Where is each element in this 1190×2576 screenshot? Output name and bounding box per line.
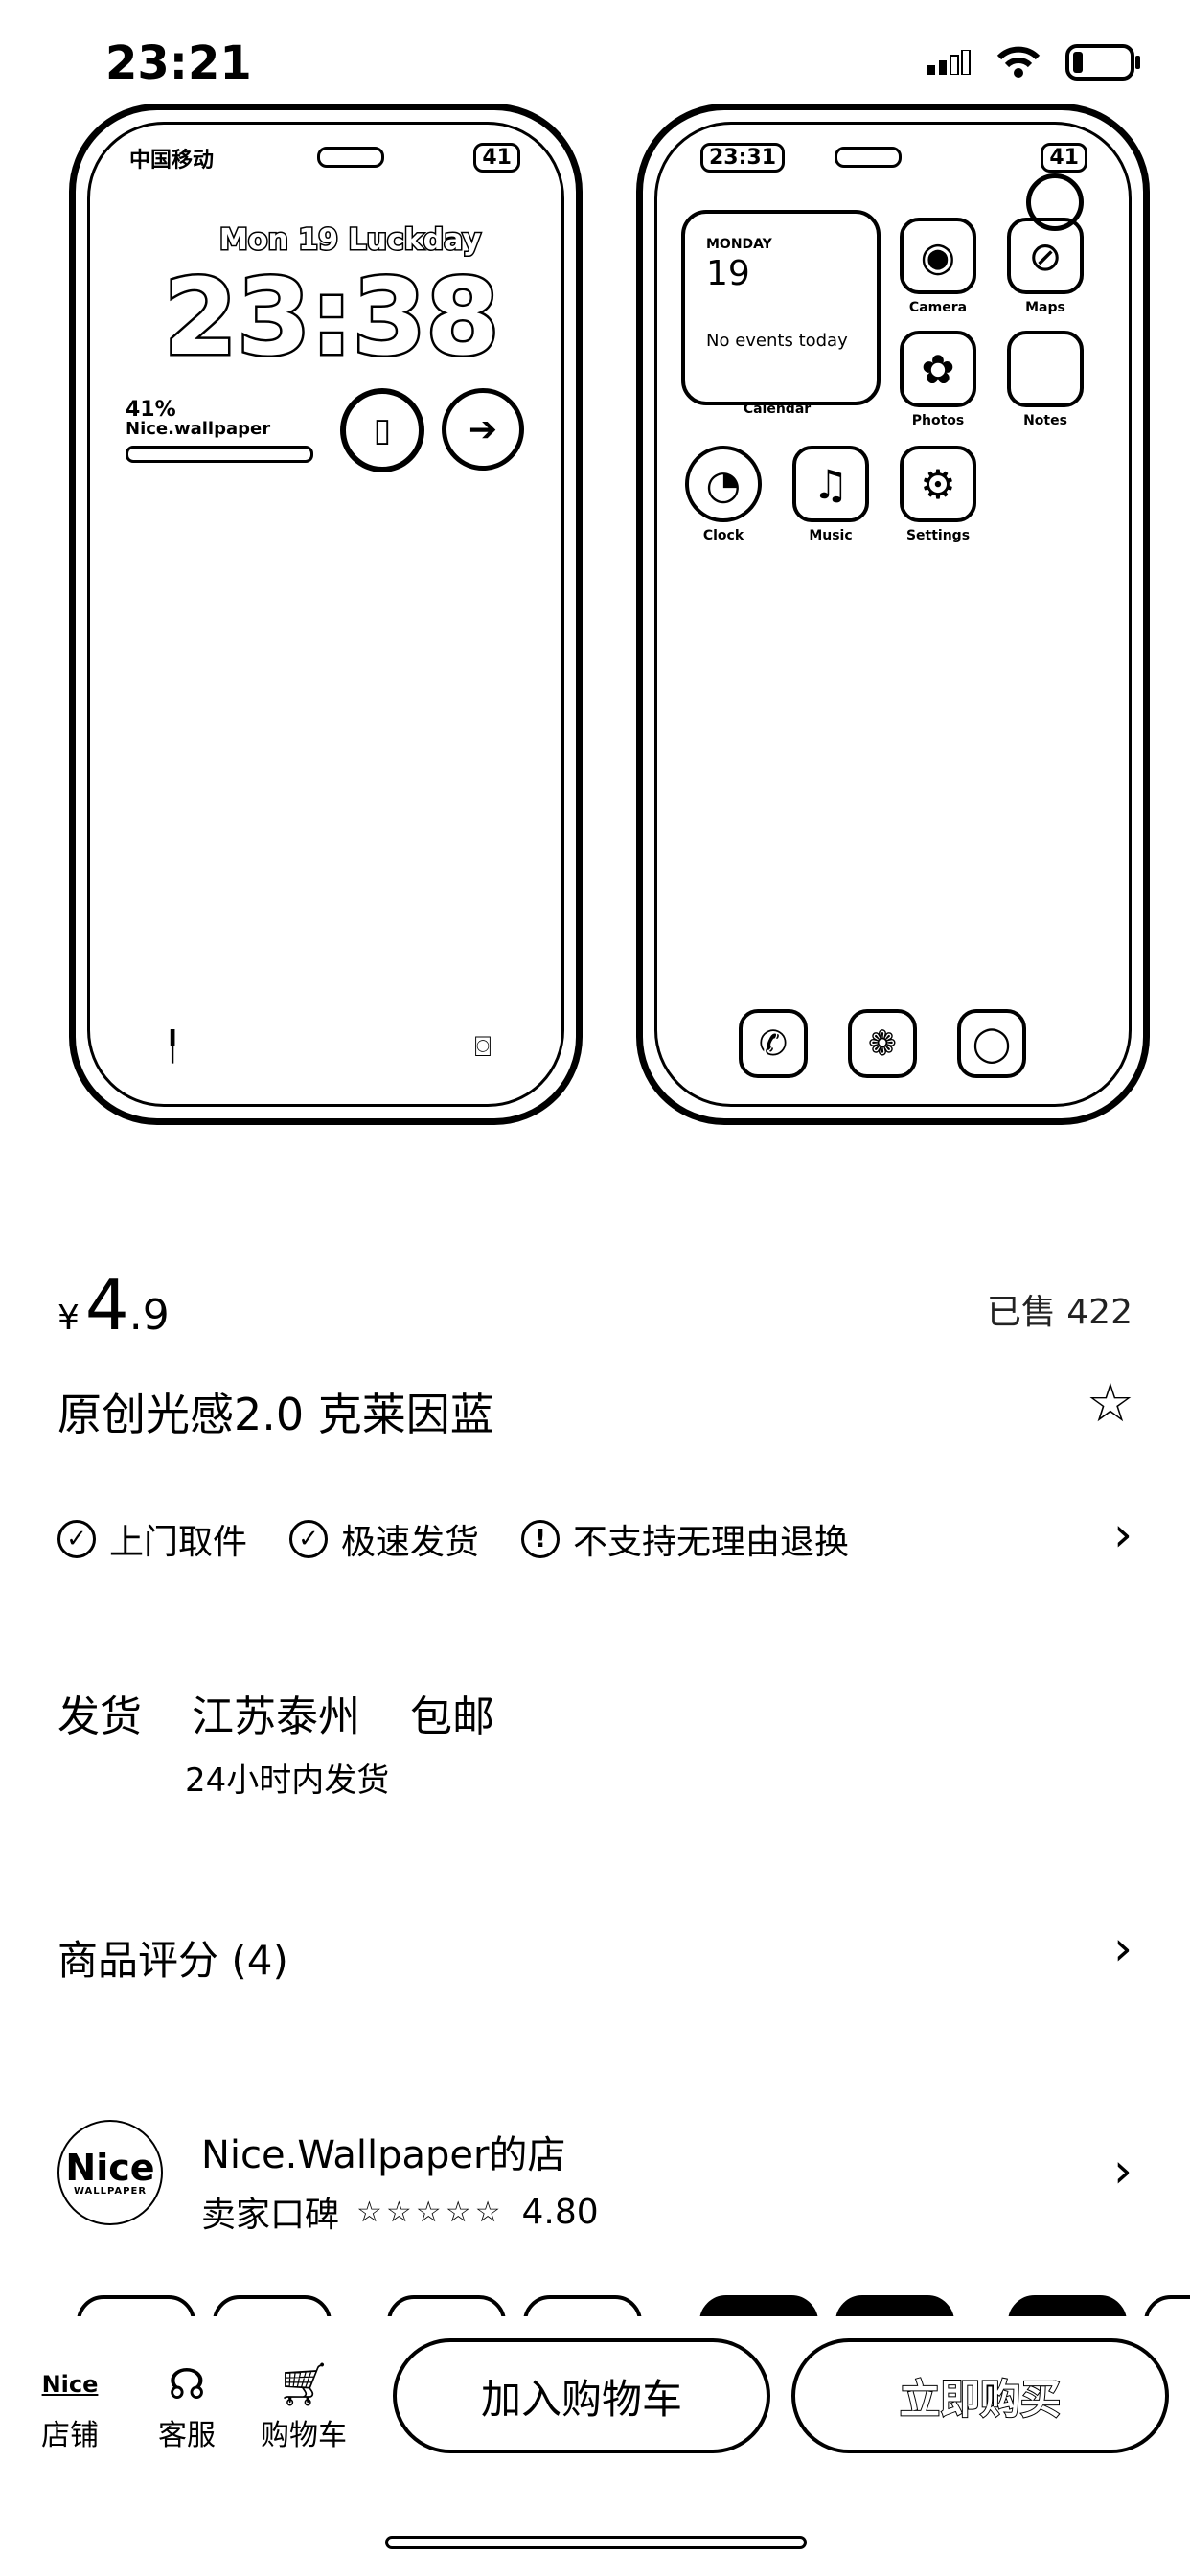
reputation-label: 卖家口碑 [201,2196,340,2235]
shipping-fee: 包邮 [410,1692,494,1741]
store-tab[interactable]: Nice 店铺 [17,2358,123,2453]
camera-icon: ⌼ [474,1030,492,1064]
reputation-score: 4.80 [521,2192,599,2232]
chevron-right-icon[interactable]: › [1113,1506,1133,1562]
widget-bar [126,446,313,463]
cart-tab[interactable]: 🛒︎ 购物车 [251,2358,356,2453]
widget-label: Nice.wallpaper [126,419,271,439]
store-logo-icon: Nice [41,2371,99,2398]
tag-fast-ship: 极速发货 [341,1523,480,1562]
price-currency: ¥ [57,1299,80,1338]
lock-carrier: 中国移动 [129,149,215,172]
home-indicator [385,2536,807,2549]
calendar-day: MONDAY [706,237,772,252]
shop-name[interactable]: Nice.Wallpaper的店 [201,2124,565,2179]
app-label-clock: Clock [702,528,744,543]
add-to-cart-button[interactable]: 加入购物车 [393,2338,770,2453]
arrow-widget-icon: ➔ [442,388,524,471]
camera-icon: ◉ [900,218,976,294]
clock-icon: ◔ [685,446,762,522]
app-label-notes: Notes [1023,413,1067,428]
app-label-maps: Maps [1025,300,1065,315]
dynamic-island [317,147,384,168]
chevron-right-icon[interactable]: › [1113,2143,1133,2198]
lock-battery: 41 [473,143,520,172]
notes-icon [1007,331,1084,407]
price-decimal: .9 [128,1291,170,1340]
wechat-icon: ❁ [848,1009,917,1078]
app-label-settings: Settings [905,528,971,543]
shipping-origin: 江苏泰州 [192,1692,360,1741]
calendar-events: No events today [706,331,848,351]
status-time: 23:21 [105,36,252,90]
info-circle-icon: ! [521,1520,561,1558]
home-battery: 41 [1041,143,1087,172]
shipping-label: 发货 [57,1692,142,1741]
rating-stars-icon: ☆☆☆☆☆ [356,2195,505,2229]
app-label-photos: Photos [911,413,965,428]
lockscreen-phone: 中国移动 41 Mon 19 Luckday 23:38 41% Nice.wa… [69,104,583,1125]
shop-reputation: 卖家口碑 ☆☆☆☆☆ 4.80 [201,2187,599,2237]
settings-icon: ⚙ [900,446,976,522]
price-integer: 4 [84,1265,129,1346]
shop-logo[interactable]: Nice WALLPAPER [57,2120,163,2225]
calendar-widget: MONDAY 19 No events today [681,210,881,405]
battery-widget-icon: ▯ [340,388,424,472]
tag-pickup: 上门取件 [109,1523,248,1562]
wifi-icon [996,46,1041,78]
flashlight-icon: ╿ [164,1030,182,1064]
thumbnail-strip[interactable] [0,2295,1190,2316]
chevron-right-icon[interactable]: › [1113,1920,1133,1976]
home-time: 23:31 [700,143,786,172]
homescreen-phone: 23:31 41 MONDAY 19 No events today Calen… [636,104,1150,1125]
check-circle-icon: ✓ [289,1520,329,1558]
service-tags[interactable]: ✓ 上门取件 ✓ 极速发货 ! 不支持无理由退换 [57,1514,849,1564]
signal-icon [927,50,971,75]
app-label-camera: Camera [908,300,968,315]
customer-service-tab[interactable]: ☊ 客服 [134,2358,240,2453]
buy-now-button[interactable]: 立即购买 [791,2338,1169,2453]
cart-icon: 🛒︎ [277,2360,331,2409]
lock-time: 23:38 [161,254,501,381]
tag-no-return: 不支持无理由退换 [573,1523,850,1562]
music-icon: ♫ [792,446,869,522]
app-label-music: Music [809,528,853,543]
maps-icon: ⊘ [1007,218,1084,294]
photos-icon: ✿ [900,331,976,407]
rating-link[interactable]: 商品评分 (4) [57,1928,288,1987]
calendar-date: 19 [706,254,750,293]
phone-icon: ✆ [739,1009,808,1078]
product-image[interactable]: 中国移动 41 Mon 19 Luckday 23:38 41% Nice.wa… [0,96,1190,1150]
sold-count: 已售 422 [986,1293,1133,1332]
dynamic-island [835,147,902,168]
lock-date: Mon 19 Luckday [217,222,482,259]
shipping-time: 24小时内发货 [185,1761,390,1800]
battery-icon [1065,44,1140,80]
headset-icon: ☊ [168,2359,206,2409]
messages-icon: ◯ [957,1009,1026,1078]
calendar-label: Calendar [743,402,812,417]
favorite-star-icon[interactable]: ☆ [1087,1372,1134,1435]
shipping-info: 发货 江苏泰州 包邮 [57,1682,494,1743]
status-icons [927,44,1142,80]
check-circle-icon: ✓ [57,1520,96,1558]
product-title: 原创光感2.0 克莱因蓝 [57,1389,494,1440]
price: ¥ 4 .9 [57,1265,170,1346]
